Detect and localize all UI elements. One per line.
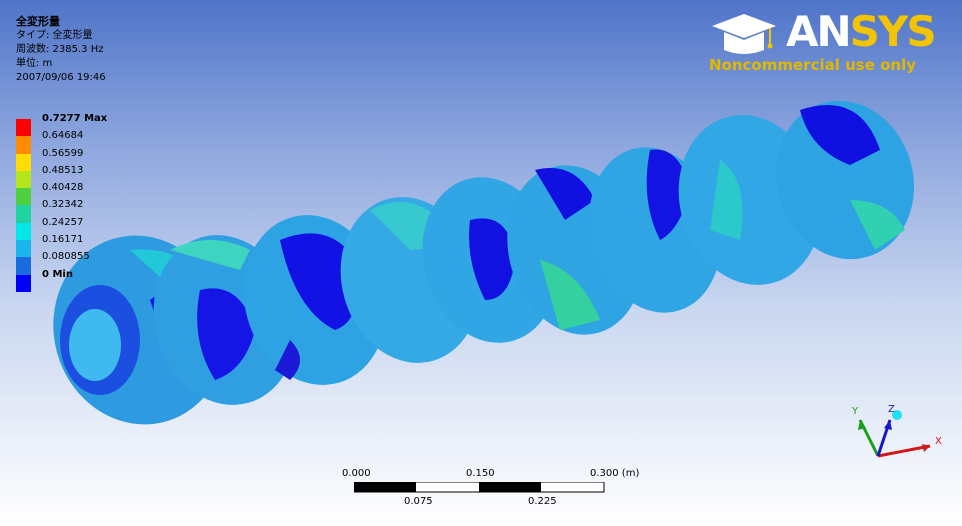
x-axis-label: X — [935, 436, 942, 447]
legend-swatch — [16, 136, 31, 154]
axis-triad[interactable]: X Y Z — [840, 400, 950, 470]
legend-label: 0.24257 — [42, 216, 84, 228]
result-datetime: 2007/09/06 19:46 — [16, 72, 106, 83]
result-unit: 単位: m — [16, 58, 53, 69]
scale-bar-graphic — [354, 482, 605, 493]
z-axis-label: Z — [888, 404, 895, 415]
legend-label: 0.080855 — [42, 251, 90, 263]
result-frequency: 周波数: 2385.3 Hz — [16, 44, 104, 55]
scale-label-075: 0.075 — [404, 496, 433, 507]
scale-label-225: 0.225 — [528, 496, 557, 507]
legend-swatch — [16, 153, 31, 171]
legend-label: 0.40428 — [42, 182, 84, 194]
legend-label: 0.48513 — [42, 164, 84, 176]
legend-label: 0.64684 — [42, 130, 84, 142]
brand-b: SYS — [849, 7, 937, 56]
x-axis-arrow — [877, 444, 931, 458]
mortarboard-icon — [712, 14, 776, 54]
legend-swatch — [16, 274, 31, 292]
legend-swatch — [16, 170, 31, 189]
brand-a: AN — [786, 7, 852, 56]
scale-label-300: 0.300 (m) — [590, 468, 640, 479]
result-info: 全変形量 タイプ: 全変形量 周波数: 2385.3 Hz 単位: m 2007… — [16, 15, 106, 85]
legend-label: 0.32342 — [42, 199, 84, 211]
scale-label-150: 0.150 — [466, 468, 495, 479]
legend-label: 0 Min — [42, 268, 73, 280]
scale-label-0: 0.000 — [342, 468, 371, 479]
legend-label: 0.16171 — [42, 234, 84, 246]
license-note: Noncommercial use only — [709, 56, 916, 74]
legend-swatch — [16, 205, 31, 223]
legend-label: 0.7277 Max — [42, 113, 108, 124]
legend-label: 0.56599 — [42, 147, 84, 159]
legend-swatch — [16, 257, 31, 275]
result-type: タイプ: 全変形量 — [16, 30, 93, 41]
legend-swatch — [16, 240, 31, 258]
result-title: 全変形量 — [16, 15, 60, 28]
ansys-wordmark: ANSYS — [786, 7, 937, 56]
legend-swatch — [16, 119, 31, 137]
legend-swatch — [16, 222, 31, 241]
y-axis-label: Y — [851, 406, 859, 417]
legend-swatch — [16, 188, 31, 206]
